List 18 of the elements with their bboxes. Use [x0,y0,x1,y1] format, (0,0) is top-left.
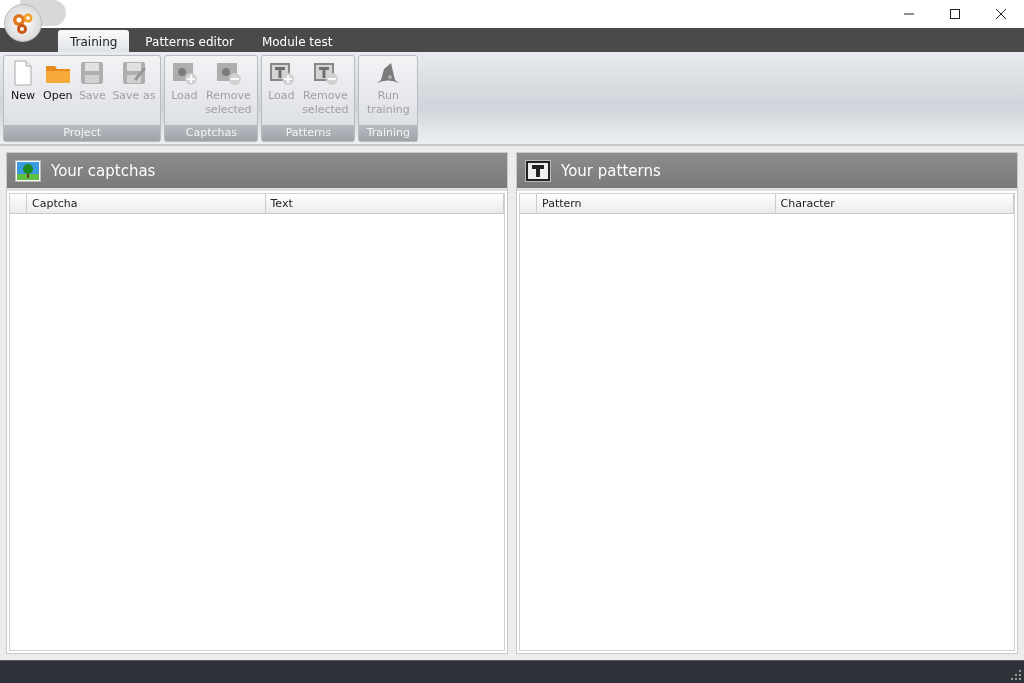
ribbon-button[interactable]: New [6,58,40,125]
column-header[interactable]: Text [265,194,504,213]
column-header[interactable]: Pattern [537,194,776,213]
ribbon-tab[interactable]: Training [58,30,130,52]
group-title: Training [359,125,418,141]
group-title: Project [4,125,161,141]
column-header[interactable]: Captcha [27,194,266,213]
letter-icon [525,159,551,182]
picture-icon [15,159,41,182]
ribbon-tab[interactable]: Patterns editor [133,30,246,52]
group-title: Captchas [165,125,258,141]
ribbon-tab[interactable]: Module test [249,30,345,52]
group-title: Patterns [262,125,355,141]
column-header[interactable]: Character [775,194,1014,213]
ribbon-button[interactable]: Open [40,58,76,125]
panel-title: Your patterns [561,161,661,180]
resize-grip-icon[interactable] [1011,670,1021,680]
panel-title: Your captchas [51,161,156,180]
